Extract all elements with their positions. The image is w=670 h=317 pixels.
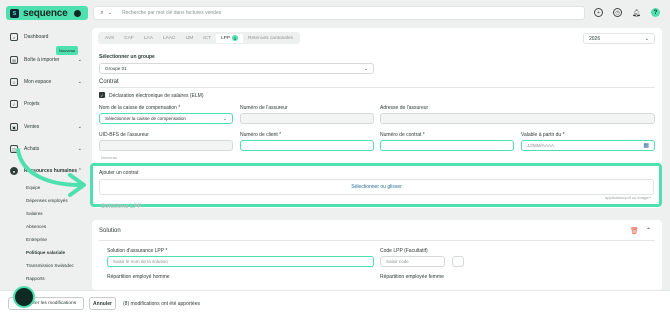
trash-icon[interactable]: 🗑︎ <box>630 227 639 235</box>
modifications-count: (8) modifications ont été apportées <box>123 301 200 307</box>
insurance-label: Solution d'assurance LPP * <box>107 248 168 254</box>
code-placeholder: Saisir code <box>386 259 409 264</box>
split-female-label: Répartition employée femme <box>380 274 444 280</box>
code-extra-button[interactable] <box>452 256 464 267</box>
divider <box>99 240 655 241</box>
code-label: Code LPP (Facultatif) <box>380 248 428 254</box>
code-input[interactable]: Saisir code <box>380 256 445 267</box>
chevron-up-icon[interactable]: ⌃ <box>646 227 651 234</box>
solution-title: Solution <box>99 228 121 234</box>
split-male-label: Répartition employé homme <box>107 274 170 280</box>
solution-section: Solution 🗑︎ ⌃ Solution d'assurance LPP *… <box>92 220 662 290</box>
footer-bar: Enregistrer les modifications Annuler (8… <box>0 290 670 317</box>
insurance-input[interactable]: Saisir le nom de la solution <box>107 256 374 267</box>
cancel-button[interactable]: Annuler <box>89 297 116 310</box>
insurance-placeholder: Saisir le nom de la solution <box>113 259 168 264</box>
assistant-avatar[interactable] <box>13 286 35 308</box>
